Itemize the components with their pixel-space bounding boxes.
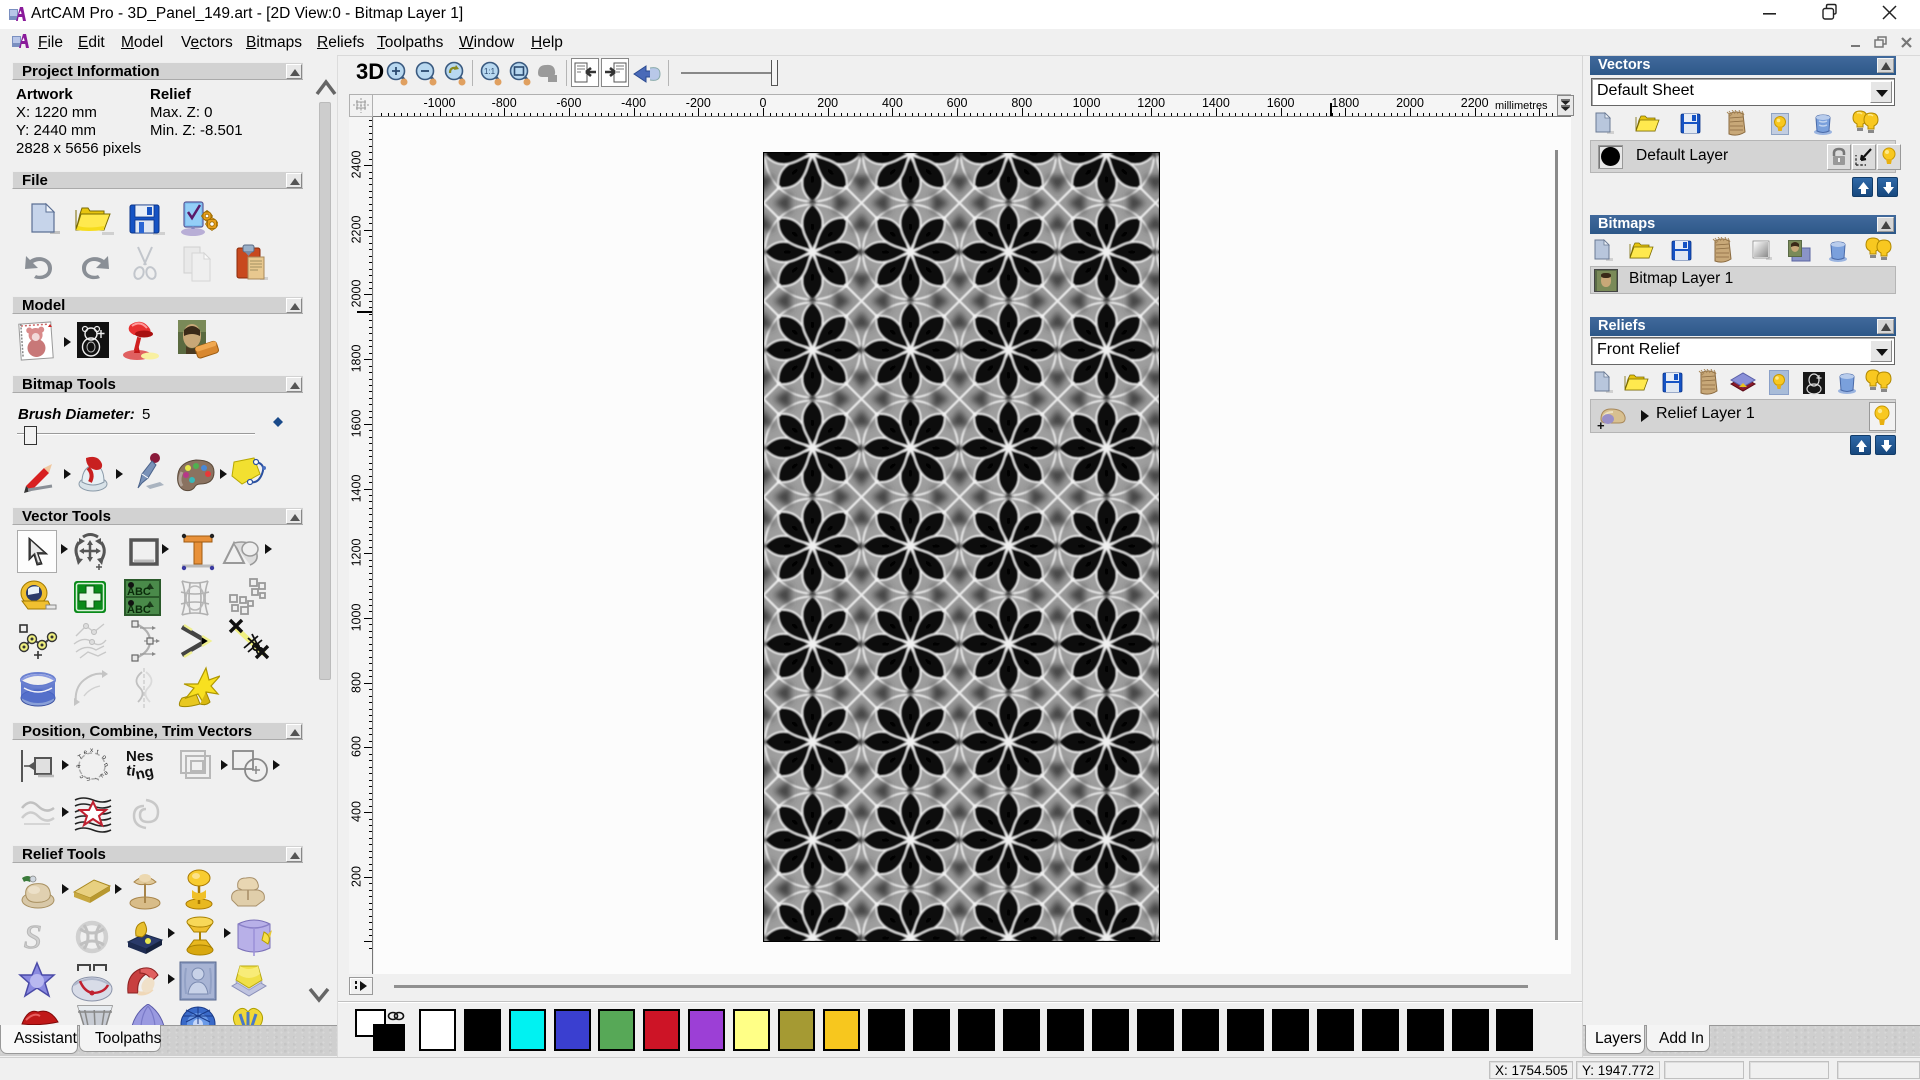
svg-text:o: o — [101, 754, 108, 762]
svg-text:1:1: 1:1 — [484, 67, 496, 76]
svg-text:e: e — [83, 749, 89, 757]
svg-text:ABC: ABC — [127, 604, 151, 616]
svg-text:n: n — [102, 762, 110, 769]
svg-text:x: x — [90, 747, 94, 754]
svg-text:ng: ng — [134, 763, 155, 783]
svg-text:ABC: ABC — [127, 586, 151, 598]
svg-text:S: S — [24, 919, 41, 954]
svg-text:+: + — [1597, 418, 1605, 431]
svg-text:r: r — [93, 778, 100, 782]
